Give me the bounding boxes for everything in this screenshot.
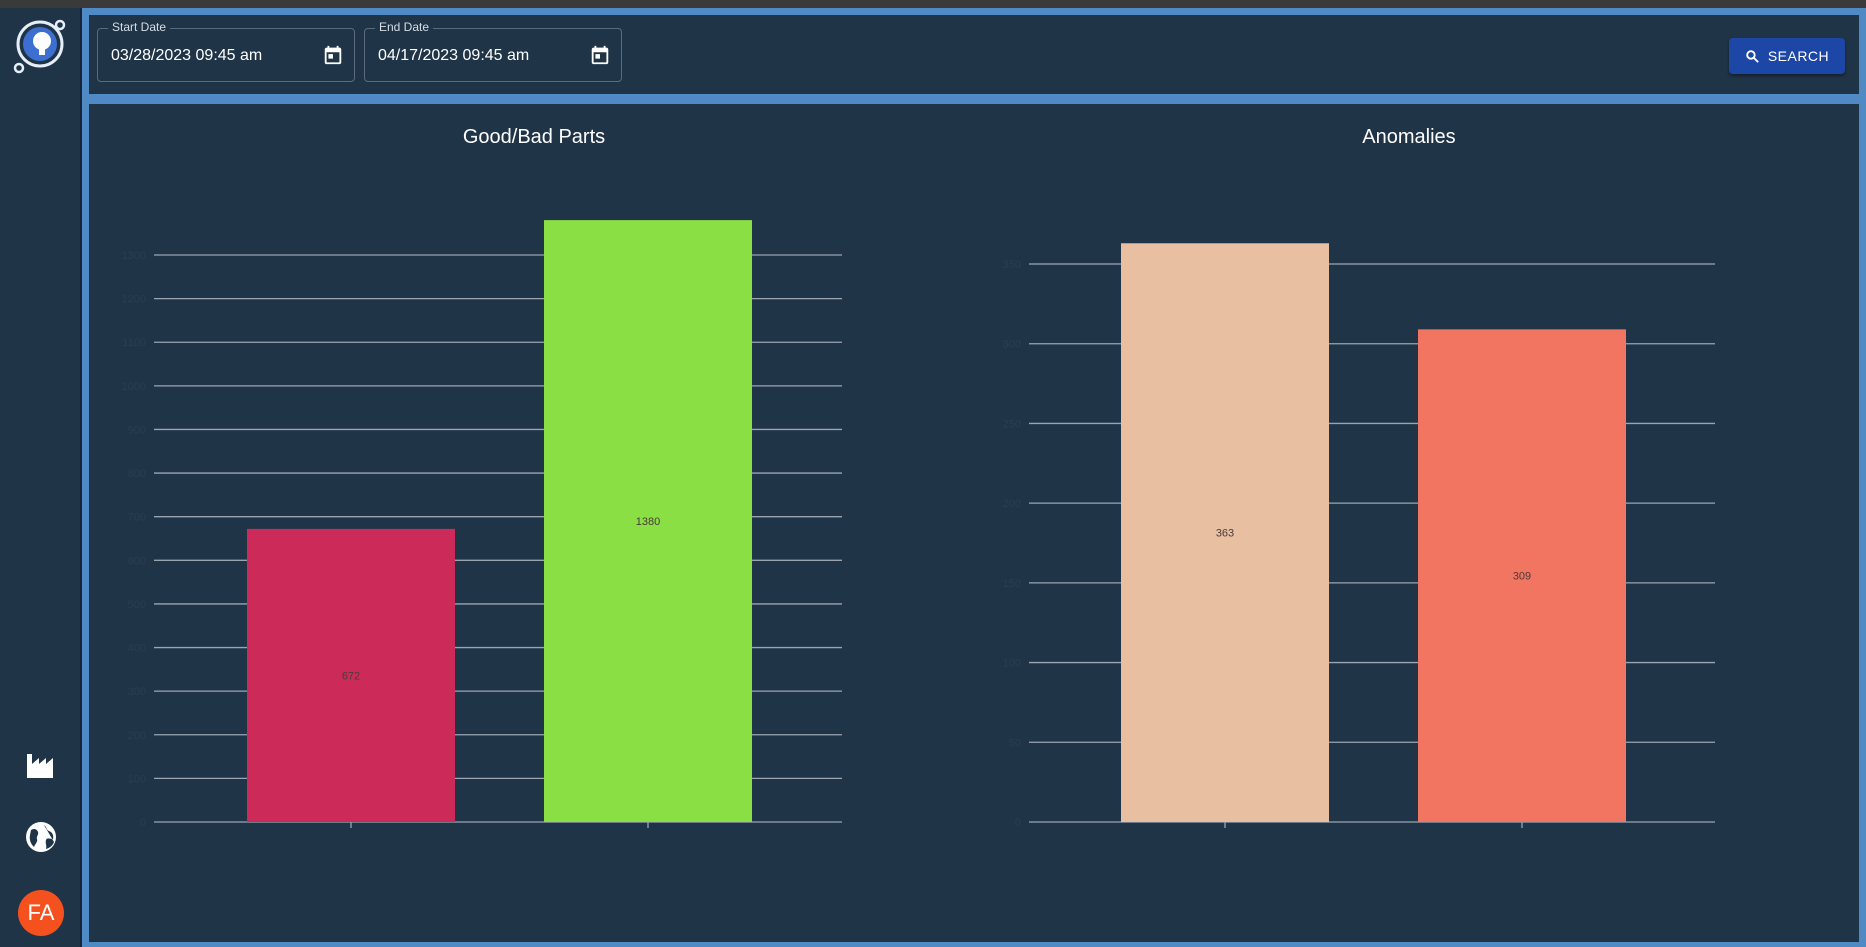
bar-value-label: 672 [342,670,360,682]
calendar-icon[interactable] [589,44,611,66]
filter-toolbar: Start Date 03/28/2023 09:45 am End Date … [89,15,1859,94]
y-tick-label: 1100 [122,337,146,349]
bar-value-label: 363 [1216,528,1234,540]
end-date-value[interactable]: 04/17/2023 09:45 am [378,47,529,65]
y-tick-label: 900 [128,424,146,436]
sidebar: FA [0,8,82,947]
chart-title-good-bad: Good/Bad Parts [462,126,606,148]
end-date-field[interactable]: End Date 04/17/2023 09:45 am [364,20,622,82]
y-tick-label: 150 [1003,578,1021,590]
charts-panel: Good/Bad Parts Anomalies 0 100 200 300 400 50… [89,104,1859,942]
y-tick-label: 1300 [122,250,146,262]
y-tick-label: 300 [128,686,146,698]
y-tick-label: 200 [1003,498,1021,510]
y-tick-label: 100 [1003,658,1021,670]
lightbulb-logo-icon [13,19,66,74]
chart-title-anomalies: Anomalies [1362,126,1456,148]
y-tick-label: 250 [1003,418,1021,430]
y-tick-label: 50 [1009,737,1021,749]
y-tick-label: 600 [128,555,146,567]
y-tick-label: 700 [128,512,146,524]
start-date-label: Start Date [108,20,171,34]
y-tick-label: 350 [1003,259,1021,271]
end-date-label: End Date [375,20,434,34]
y-tick-label: 800 [128,468,146,480]
user-avatar[interactable]: FA [18,890,64,936]
bar-value-label: 1380 [636,516,660,528]
y-tick-label: 400 [128,643,146,655]
window-top-strip [0,0,1866,8]
good-bad-parts-chart: 0 100 200 300 400 500 600 700 800 900 1000 1100 1200… [122,220,842,829]
y-tick-label: 1200 [122,294,146,306]
search-button[interactable]: SEARCH [1729,38,1845,74]
y-tick-label: 100 [128,773,146,785]
app-logo[interactable] [13,14,69,74]
calendar-icon[interactable] [322,44,344,66]
avatar-initials: FA [27,900,55,925]
anomalies-chart: 0 50 100 150 200 250 300 350 363 309 [1003,243,1715,829]
search-button-label: SEARCH [1767,48,1830,64]
sidebar-item-factory[interactable] [20,744,62,786]
y-tick-label: 500 [128,599,146,611]
search-icon [1746,49,1759,63]
sidebar-item-globe[interactable] [20,816,62,858]
bar-value-label: 309 [1513,571,1531,583]
y-tick-label: 200 [128,730,146,742]
y-tick-label: 0 [1015,817,1021,829]
y-tick-label: 0 [140,817,146,829]
start-date-field[interactable]: Start Date 03/28/2023 09:45 am [97,20,355,82]
factory-icon [27,754,53,778]
start-date-value[interactable]: 03/28/2023 09:45 am [111,47,262,65]
y-tick-label: 300 [1003,339,1021,351]
y-tick-label: 1000 [122,381,146,393]
globe-icon [26,822,56,852]
